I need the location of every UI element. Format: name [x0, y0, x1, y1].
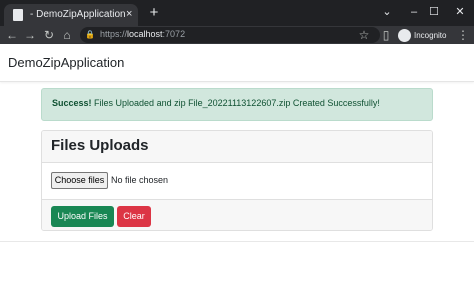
bookmark-star-icon[interactable]: ☆ [356, 27, 372, 43]
url-port: :7072 [162, 29, 186, 39]
choose-files-button[interactable]: Choose files [51, 172, 108, 189]
tab-list-icon[interactable]: ⌄ [377, 3, 397, 21]
page-favicon-icon [13, 9, 23, 21]
url-text: https://localhost:7072 [100, 29, 185, 39]
browser-tab-strip: - DemoZipApplication × + ⌄ – ☐ ✕ [0, 0, 474, 26]
browser-toolbar: ← → ↻ ⌂ 🔒 https://localhost:7072 ☆ ▯ Inc… [0, 26, 474, 44]
browser-menu-icon[interactable]: ⋮ [455, 27, 471, 43]
card-footer: Upload Files Clear [42, 199, 432, 230]
upload-files-button[interactable]: Upload Files [51, 206, 114, 227]
lock-icon[interactable]: 🔒 [82, 27, 98, 43]
maximize-icon[interactable]: ☐ [424, 3, 444, 21]
forward-icon[interactable]: → [22, 27, 38, 43]
alert-strong-text: Success! [52, 98, 92, 108]
tab-close-icon[interactable]: × [126, 7, 132, 21]
card-header: Files Uploads [42, 131, 432, 163]
site-navbar: DemoZipApplication [0, 44, 474, 82]
page-divider [0, 241, 474, 242]
alert-message: Files Uploaded and zip File_202211131226… [91, 98, 380, 108]
new-tab-icon[interactable]: + [146, 4, 162, 22]
navbar-brand[interactable]: DemoZipApplication [8, 55, 124, 70]
incognito-icon [398, 28, 411, 42]
url-scheme: https:// [100, 29, 128, 39]
success-alert: Success! Files Uploaded and zip File_202… [41, 88, 433, 121]
address-bar[interactable]: 🔒 https://localhost:7072 [80, 27, 380, 43]
minimize-icon[interactable]: – [404, 3, 424, 21]
reload-icon[interactable]: ↻ [41, 27, 57, 43]
home-icon[interactable]: ⌂ [59, 27, 75, 43]
file-status-text: No file chosen [111, 175, 169, 185]
tab-title: - DemoZipApplication [30, 9, 126, 20]
incognito-label: Incognito [414, 30, 447, 40]
close-window-icon[interactable]: ✕ [450, 3, 470, 21]
url-host: localhost [127, 29, 163, 39]
browser-tab[interactable]: - DemoZipApplication × [4, 4, 138, 26]
back-icon[interactable]: ← [4, 27, 20, 43]
incognito-indicator[interactable]: Incognito [398, 27, 446, 43]
file-upload-card: Files Uploads Choose files No file chose… [41, 130, 433, 231]
side-panel-icon[interactable]: ▯ [378, 27, 394, 43]
card-title: Files Uploads [51, 137, 149, 154]
card-body: Choose files No file chosen [42, 163, 432, 199]
clear-button[interactable]: Clear [117, 206, 151, 227]
